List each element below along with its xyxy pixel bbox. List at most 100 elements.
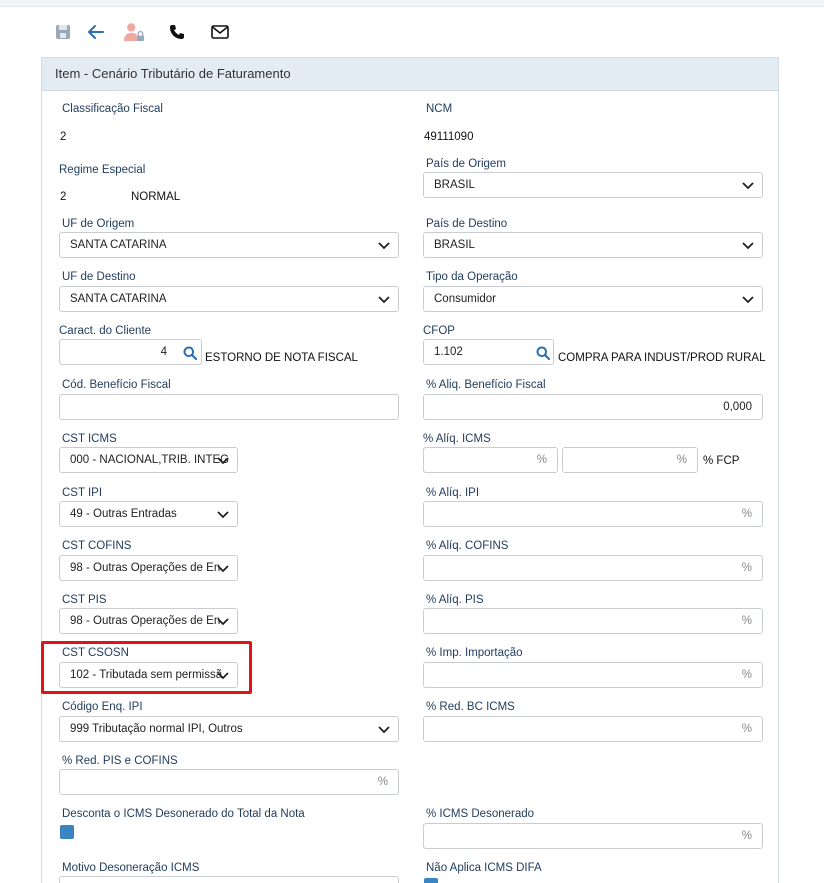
cod-beneficio-input[interactable]: [59, 394, 399, 420]
cst-cofins-value: 98 - Outras Operações de En: [70, 562, 221, 574]
tipo-operacao-select[interactable]: Consumidor: [423, 286, 763, 312]
tipo-operacao-value: Consumidor: [434, 293, 496, 305]
mail-icon[interactable]: [209, 20, 231, 44]
red-pis-cofins-label: % Red. PIS e COFINS: [62, 755, 178, 767]
classificacao-fiscal-label: Classificação Fiscal: [62, 103, 163, 115]
cfop-input[interactable]: 1.102: [423, 339, 554, 365]
red-pis-cofins-input[interactable]: %: [59, 769, 399, 795]
chevron-down-icon: [217, 457, 229, 465]
cst-icms-label: CST ICMS: [62, 433, 117, 445]
imp-importacao-input[interactable]: %: [423, 662, 763, 688]
cfop-desc: COMPRA PARA INDUST/PROD RURAL: [558, 352, 766, 364]
ncm-label: NCM: [426, 103, 453, 115]
cst-ipi-label: CST IPI: [62, 487, 103, 499]
chevron-down-icon: [217, 672, 229, 680]
cst-icms-select[interactable]: 000 - NACIONAL,TRIB. INTEG: [59, 447, 238, 473]
caract-cliente-desc: ESTORNO DE NOTA FISCAL: [205, 352, 358, 364]
uf-origem-value: SANTA CATARINA: [70, 239, 167, 251]
cst-ipi-select[interactable]: 49 - Outras Entradas: [59, 501, 238, 527]
aliq-ipi-input[interactable]: %: [423, 501, 763, 527]
cst-cofins-label: CST COFINS: [62, 540, 132, 552]
pais-origem-value: BRASIL: [434, 179, 475, 191]
cst-csosn-label: CST CSOSN: [62, 647, 129, 659]
aliq-icms-label: % Alíq. ICMS: [423, 433, 491, 445]
icms-desonerado-pct: %: [741, 830, 752, 842]
chevron-down-icon: [378, 242, 390, 250]
aliq-cofins-pct: %: [741, 562, 752, 574]
aliq-ipi-label: % Alíq. IPI: [426, 487, 480, 499]
chevron-down-icon: [378, 296, 390, 304]
aliq-cofins-label: % Alíq. COFINS: [426, 540, 509, 552]
aliq-icms-pct: %: [536, 454, 547, 466]
nao-aplica-difa-label: Não Aplica ICMS DIFA: [426, 862, 542, 874]
aliq-fcp-input[interactable]: %: [562, 447, 698, 473]
caract-cliente-input[interactable]: 4: [59, 339, 202, 365]
chevron-down-icon: [217, 565, 229, 573]
red-pis-cofins-pct: %: [377, 776, 388, 788]
chevron-down-icon: [742, 182, 754, 190]
cfop-value: 1.102: [434, 346, 463, 358]
pais-origem-select[interactable]: BRASIL: [423, 172, 763, 198]
motivo-desoneracao-label: Motivo Desoneração ICMS: [62, 862, 200, 874]
phone-icon[interactable]: [166, 20, 188, 44]
aliq-beneficio-input[interactable]: 0,000: [423, 394, 763, 420]
red-bc-icms-input[interactable]: %: [423, 716, 763, 742]
cst-pis-label: CST PIS: [62, 594, 107, 606]
pais-destino-label: País de Destino: [426, 218, 508, 230]
cst-pis-select[interactable]: 98 - Outras Operações de En: [59, 608, 238, 634]
chevron-down-icon: [742, 296, 754, 304]
aliq-ipi-pct: %: [741, 508, 752, 520]
aliq-pis-pct: %: [741, 615, 752, 627]
aliq-icms-input[interactable]: %: [423, 447, 558, 473]
search-icon[interactable]: [183, 346, 197, 360]
uf-origem-label: UF de Origem: [62, 218, 135, 230]
cst-csosn-value: 102 - Tributada sem permissã: [70, 669, 223, 681]
uf-destino-value: SANTA CATARINA: [70, 293, 167, 305]
cod-enq-ipi-value: 999 Tributação normal IPI, Outros: [70, 723, 243, 735]
cst-csosn-select[interactable]: 102 - Tributada sem permissã: [59, 662, 238, 688]
cst-pis-value: 98 - Outras Operações de En: [70, 615, 221, 627]
red-bc-icms-label: % Red. BC ICMS: [426, 701, 515, 713]
cod-enq-ipi-select[interactable]: 999 Tributação normal IPI, Outros: [59, 716, 399, 742]
cfop-label: CFOP: [423, 325, 455, 337]
red-bc-icms-pct: %: [741, 723, 752, 735]
back-arrow-icon[interactable]: [85, 20, 107, 44]
desconta-icms-label: Desconta o ICMS Desonerado do Total da N…: [62, 808, 305, 820]
aliq-fcp-pct: %: [676, 454, 687, 466]
search-icon[interactable]: [536, 346, 550, 360]
pais-destino-select[interactable]: BRASIL: [423, 232, 763, 258]
user-lock-icon[interactable]: [123, 20, 145, 44]
cst-ipi-value: 49 - Outras Entradas: [70, 508, 177, 520]
regime-especial-label: Regime Especial: [59, 164, 146, 176]
uf-origem-select[interactable]: SANTA CATARINA: [59, 232, 399, 258]
motivo-desoneracao-select[interactable]: [59, 876, 399, 883]
icms-desonerado-input[interactable]: %: [423, 823, 763, 849]
chevron-down-icon: [217, 511, 229, 519]
aliq-pis-label: % Alíq. PIS: [426, 594, 484, 606]
save-icon[interactable]: [52, 20, 74, 44]
icms-desonerado-label: % ICMS Desonerado: [426, 808, 535, 820]
uf-destino-select[interactable]: SANTA CATARINA: [59, 286, 399, 312]
cst-cofins-select[interactable]: 98 - Outras Operações de En: [59, 555, 238, 581]
chevron-down-icon: [217, 618, 229, 626]
cst-icms-value: 000 - NACIONAL,TRIB. INTEG: [70, 454, 230, 466]
pais-origem-label: País de Origem: [426, 158, 506, 170]
cod-beneficio-label: Cód. Benefício Fiscal: [62, 379, 171, 391]
nao-aplica-difa-checkbox[interactable]: [424, 878, 438, 883]
imp-importacao-label: % Imp. Importação: [426, 647, 523, 659]
uf-destino-label: UF de Destino: [62, 271, 136, 283]
desconta-icms-checkbox[interactable]: [60, 825, 74, 839]
ncm-value: 49111090: [424, 131, 474, 143]
imp-importacao-pct: %: [741, 669, 752, 681]
classificacao-fiscal-value: 2: [60, 131, 67, 143]
chevron-down-icon: [742, 242, 754, 250]
pais-destino-value: BRASIL: [434, 239, 475, 251]
chevron-down-icon: [378, 726, 390, 734]
caract-cliente-label: Caract. do Cliente: [59, 325, 152, 337]
caract-cliente-value: 4: [160, 346, 167, 358]
aliq-beneficio-value: 0,000: [723, 401, 752, 413]
panel-title: Item - Cenário Tributário de Faturamento: [42, 58, 778, 91]
aliq-pis-input[interactable]: %: [423, 608, 763, 634]
regime-especial-desc: NORMAL: [131, 191, 181, 203]
aliq-cofins-input[interactable]: %: [423, 555, 763, 581]
